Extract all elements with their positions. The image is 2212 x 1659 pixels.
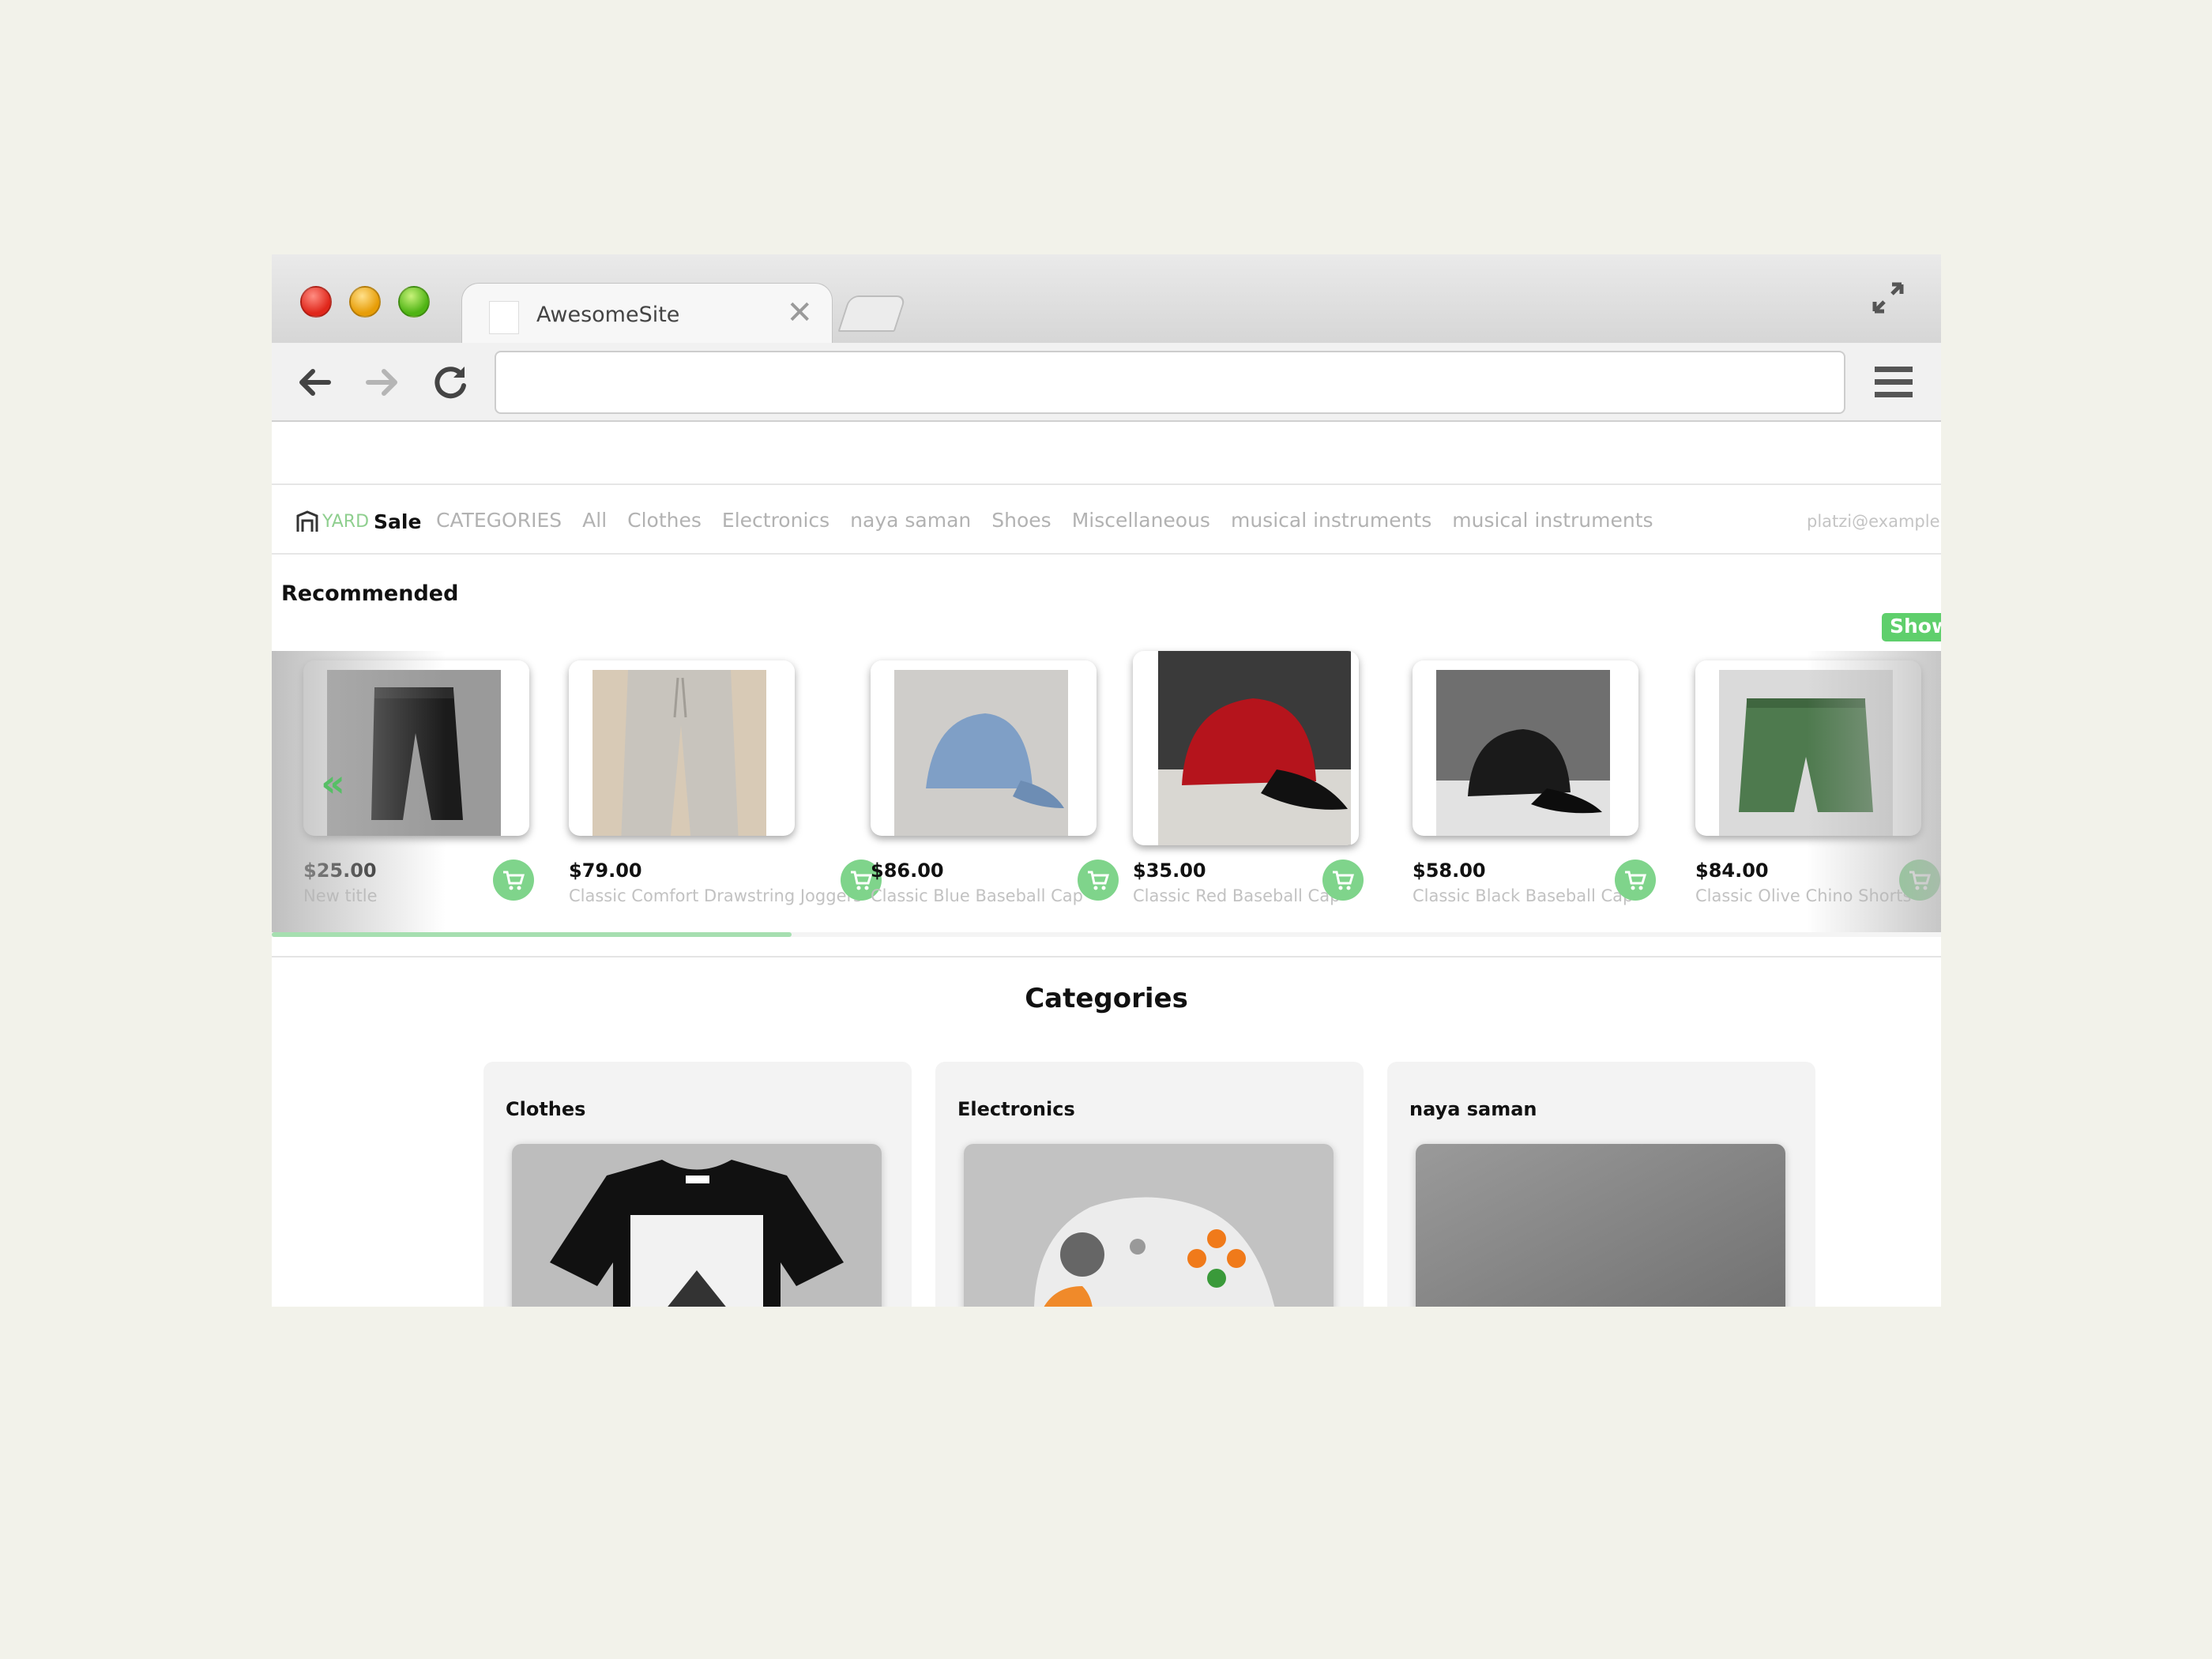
category-image[interactable] xyxy=(1416,1144,1785,1307)
nav-link-clothes[interactable]: Clothes xyxy=(627,509,702,532)
cart-icon xyxy=(1625,871,1647,890)
product-image[interactable] xyxy=(1695,660,1921,836)
product-price: $35.00 xyxy=(1133,860,1206,882)
address-bar[interactable] xyxy=(495,351,1845,414)
section-divider xyxy=(272,956,1941,957)
chevrons-left-icon[interactable]: « xyxy=(321,762,345,806)
product-title[interactable]: New title xyxy=(303,886,378,905)
product-title[interactable]: Classic Comfort Drawstring Joggers xyxy=(569,886,862,905)
category-name: Clothes xyxy=(506,1098,586,1120)
product-card[interactable]: $58.00 Classic Black Baseball Cap xyxy=(1413,651,1673,932)
nav-link-miscellaneous[interactable]: Miscellaneous xyxy=(1072,509,1210,532)
user-email[interactable]: platzi@example.co xyxy=(1807,512,1941,531)
grey-joggers-photo xyxy=(592,670,766,836)
black-cap-photo xyxy=(1436,670,1610,836)
close-tab-icon[interactable]: ✕ xyxy=(786,295,813,331)
tshirt-photo xyxy=(512,1144,882,1307)
recommended-title: Recommended xyxy=(281,581,459,606)
blue-cap-photo xyxy=(894,670,1068,836)
site-logo[interactable]: YARD Sale xyxy=(295,507,421,536)
category-card[interactable]: Clothes xyxy=(483,1062,912,1307)
cart-icon xyxy=(1333,871,1355,890)
product-card[interactable]: $79.00 Classic Comfort Drawstring Jogger… xyxy=(569,651,882,932)
product-image[interactable] xyxy=(1413,660,1638,836)
fullscreen-icon[interactable] xyxy=(1868,278,1908,318)
site-navigation: YARD Sale CATEGORIES All Clothes Electro… xyxy=(272,483,1941,555)
logo-sale-text: Sale xyxy=(374,510,422,533)
reload-icon[interactable] xyxy=(430,362,471,403)
product-image[interactable] xyxy=(303,660,529,836)
browser-toolbar xyxy=(272,343,1941,422)
show-all-button[interactable]: Show xyxy=(1882,613,1941,641)
web-page: YARD Sale CATEGORIES All Clothes Electro… xyxy=(272,422,1941,1307)
product-card[interactable]: $35.00 Classic Red Baseball Cap xyxy=(1133,651,1394,932)
product-image[interactable] xyxy=(871,660,1097,836)
minimize-window-button[interactable] xyxy=(349,286,381,318)
add-to-cart-button[interactable] xyxy=(1615,860,1656,901)
category-links: CATEGORIES All Clothes Electronics naya … xyxy=(436,509,1653,532)
category-image[interactable] xyxy=(964,1144,1334,1307)
product-title[interactable]: Classic Olive Chino Shorts xyxy=(1695,886,1911,905)
recommended-carousel[interactable]: $25.00 New title $79.00 Classic Comfort … xyxy=(272,651,1941,932)
red-cap-photo xyxy=(1158,651,1351,845)
category-name: Electronics xyxy=(957,1098,1075,1120)
back-arrow-icon[interactable] xyxy=(294,362,335,403)
product-card[interactable]: $86.00 Classic Blue Baseball Cap xyxy=(871,651,1131,932)
add-to-cart-button[interactable] xyxy=(1078,860,1119,901)
category-card[interactable]: naya saman xyxy=(1387,1062,1815,1307)
carousel-scrollbar[interactable] xyxy=(272,932,1941,937)
controller-photo xyxy=(964,1144,1334,1307)
nav-link-categories[interactable]: CATEGORIES xyxy=(436,509,562,532)
add-to-cart-button[interactable] xyxy=(1899,860,1940,901)
product-price: $86.00 xyxy=(871,860,944,882)
nav-link-shoes[interactable]: Shoes xyxy=(991,509,1051,532)
category-card[interactable]: Electronics xyxy=(935,1062,1364,1307)
product-price: $58.00 xyxy=(1413,860,1486,882)
storefront-icon xyxy=(296,510,318,532)
cart-icon xyxy=(1909,871,1932,890)
browser-tab[interactable]: AwesomeSite ✕ xyxy=(461,283,833,343)
product-price: $79.00 xyxy=(569,860,642,882)
nav-link-naya-saman[interactable]: naya saman xyxy=(850,509,971,532)
product-title[interactable]: Classic Black Baseball Cap xyxy=(1413,886,1633,905)
tab-bar: AwesomeSite ✕ xyxy=(272,254,1941,343)
menu-icon[interactable] xyxy=(1873,363,1914,401)
maximize-window-button[interactable] xyxy=(398,286,430,318)
product-price: $25.00 xyxy=(303,860,377,882)
nav-link-musical-instruments-2[interactable]: musical instruments xyxy=(1452,509,1653,532)
grey-placeholder-photo xyxy=(1416,1144,1785,1307)
cart-icon xyxy=(1088,871,1110,890)
browser-window: AwesomeSite ✕ YARD Sale CATEGORIES All C… xyxy=(272,254,1941,1307)
product-image[interactable] xyxy=(569,660,795,836)
category-image[interactable] xyxy=(512,1144,882,1307)
category-name: naya saman xyxy=(1409,1098,1537,1120)
olive-shorts-photo xyxy=(1719,670,1893,836)
new-tab-button[interactable] xyxy=(837,295,907,332)
categories-title: Categories xyxy=(1025,983,1188,1014)
nav-link-electronics[interactable]: Electronics xyxy=(722,509,830,532)
product-card[interactable]: $84.00 Classic Olive Chino Shorts xyxy=(1695,651,1941,932)
cart-icon xyxy=(503,871,525,890)
close-window-button[interactable] xyxy=(300,286,332,318)
carousel-scroll-thumb[interactable] xyxy=(272,932,792,937)
tab-title: AwesomeSite xyxy=(536,303,680,327)
product-price: $84.00 xyxy=(1695,860,1769,882)
add-to-cart-button[interactable] xyxy=(1322,860,1364,901)
product-title[interactable]: Classic Blue Baseball Cap xyxy=(871,886,1083,905)
product-image[interactable] xyxy=(1133,651,1359,845)
black-joggers-photo xyxy=(327,670,501,836)
page-icon xyxy=(489,301,519,334)
forward-arrow-icon[interactable] xyxy=(362,362,403,403)
logo-yard-text: YARD xyxy=(322,511,370,532)
nav-link-musical-instruments[interactable]: musical instruments xyxy=(1231,509,1431,532)
nav-link-all[interactable]: All xyxy=(582,509,607,532)
product-title[interactable]: Classic Red Baseball Cap xyxy=(1133,886,1340,905)
add-to-cart-button[interactable] xyxy=(493,860,534,901)
